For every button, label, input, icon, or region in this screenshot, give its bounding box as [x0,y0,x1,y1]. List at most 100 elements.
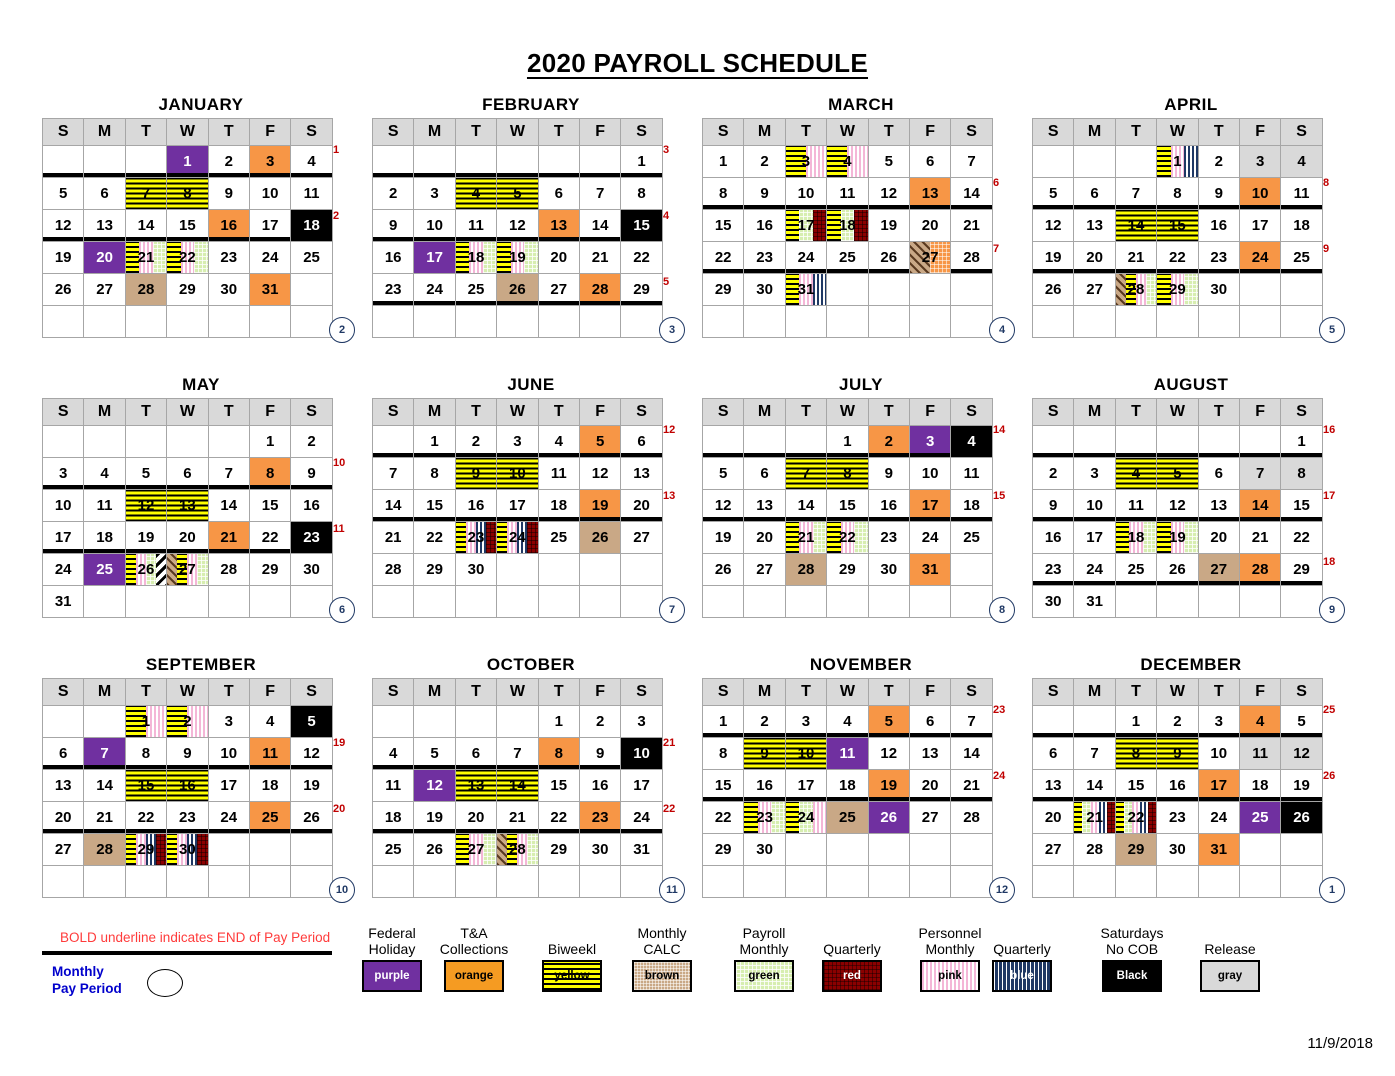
day-cell[interactable]: 15 [537,769,580,802]
day-cell[interactable]: 27 [743,553,786,586]
day-cell[interactable]: 16 [1156,769,1199,802]
day-cell[interactable]: 16 [1031,521,1075,554]
day-cell[interactable]: 22 [1114,801,1158,834]
day-cell[interactable]: 18 [454,241,498,274]
day-cell[interactable]: 27 [537,273,580,306]
day-cell[interactable]: 1 [1114,705,1158,738]
day-cell[interactable]: 20 [908,209,952,242]
day-cell[interactable]: 16 [867,489,910,522]
day-cell[interactable]: 22 [826,521,869,554]
day-cell[interactable]: 7 [578,177,622,210]
day-cell[interactable]: 5 [290,705,333,738]
day-cell[interactable]: 9 [1156,737,1199,770]
day-cell[interactable]: 2 [290,425,333,458]
day-cell[interactable]: 12 [1156,489,1199,522]
day-cell[interactable]: 18 [290,209,333,242]
day-cell[interactable]: 25 [537,521,580,554]
day-cell[interactable]: 27 [83,273,126,306]
day-cell[interactable]: 13 [166,489,209,522]
day-cell[interactable]: 3 [1197,705,1240,738]
day-cell[interactable]: 15 [413,489,456,522]
day-cell[interactable]: 26 [867,801,910,834]
day-cell[interactable]: 25 [248,801,292,834]
day-cell[interactable]: 13 [1031,769,1075,802]
day-cell[interactable]: 6 [620,425,663,458]
day-cell[interactable]: 17 [1197,769,1240,802]
day-cell[interactable]: 20 [1197,521,1240,554]
day-cell[interactable]: 27 [908,801,952,834]
day-cell[interactable]: 2 [371,177,415,210]
day-cell[interactable]: 13 [83,209,126,242]
day-cell[interactable]: 4 [826,145,869,178]
day-cell[interactable]: 14 [1238,489,1282,522]
day-cell[interactable]: 17 [908,489,952,522]
day-cell[interactable]: 17 [784,769,828,802]
day-cell[interactable]: 28 [784,553,828,586]
day-cell[interactable]: 21 [950,769,993,802]
day-cell[interactable]: 4 [1114,457,1158,490]
day-cell[interactable]: 12 [1280,737,1323,770]
day-cell[interactable]: 5 [1156,457,1199,490]
day-cell[interactable]: 26 [124,553,168,586]
day-cell[interactable]: 26 [290,801,333,834]
day-cell[interactable]: 29 [1114,833,1158,866]
day-cell[interactable]: 21 [950,209,993,242]
day-cell[interactable]: 18 [371,801,415,834]
day-cell[interactable]: 21 [496,801,539,834]
day-cell[interactable]: 1 [826,425,869,458]
day-cell[interactable]: 5 [701,457,745,490]
day-cell[interactable]: 10 [1197,737,1240,770]
day-cell[interactable]: 5 [867,145,910,178]
day-cell[interactable]: 23 [867,521,910,554]
day-cell[interactable]: 22 [701,801,745,834]
day-cell[interactable]: 15 [701,769,745,802]
day-cell[interactable]: 20 [908,769,952,802]
day-cell[interactable]: 10 [248,177,292,210]
day-cell[interactable]: 27 [166,553,209,586]
day-cell[interactable]: 3 [207,705,250,738]
day-cell[interactable]: 4 [454,177,498,210]
day-cell[interactable]: 24 [1197,801,1240,834]
day-cell[interactable]: 24 [248,241,292,274]
day-cell[interactable]: 4 [371,737,415,770]
day-cell[interactable]: 1 [701,145,745,178]
day-cell[interactable]: 6 [908,705,952,738]
day-cell[interactable]: 8 [1156,177,1199,210]
day-cell[interactable]: 28 [1238,553,1282,586]
day-cell[interactable]: 1 [248,425,292,458]
day-cell[interactable]: 11 [454,209,498,242]
day-cell[interactable]: 9 [454,457,498,490]
day-cell[interactable]: 12 [124,489,168,522]
day-cell[interactable]: 20 [454,801,498,834]
day-cell[interactable]: 6 [83,177,126,210]
day-cell[interactable]: 25 [1114,553,1158,586]
day-cell[interactable]: 18 [83,521,126,554]
day-cell[interactable]: 19 [41,241,85,274]
day-cell[interactable]: 5 [41,177,85,210]
day-cell[interactable]: 1 [166,145,209,178]
day-cell[interactable]: 26 [413,833,456,866]
day-cell[interactable]: 28 [124,273,168,306]
day-cell[interactable]: 3 [41,457,85,490]
day-cell[interactable]: 24 [1238,241,1282,274]
day-cell[interactable]: 26 [1031,273,1075,306]
day-cell[interactable]: 30 [207,273,250,306]
day-cell[interactable]: 23 [1197,241,1240,274]
day-cell[interactable]: 14 [371,489,415,522]
day-cell[interactable]: 1 [701,705,745,738]
day-cell[interactable]: 1 [413,425,456,458]
day-cell[interactable]: 30 [743,273,786,306]
day-cell[interactable]: 4 [83,457,126,490]
day-cell[interactable]: 2 [1197,145,1240,178]
day-cell[interactable]: 31 [908,553,952,586]
day-cell[interactable]: 24 [620,801,663,834]
day-cell[interactable]: 9 [290,457,333,490]
day-cell[interactable]: 1 [1156,145,1199,178]
day-cell[interactable]: 5 [1031,177,1075,210]
day-cell[interactable]: 9 [371,209,415,242]
day-cell[interactable]: 13 [41,769,85,802]
day-cell[interactable]: 26 [1280,801,1323,834]
day-cell[interactable]: 11 [290,177,333,210]
day-cell[interactable]: 15 [1114,769,1158,802]
day-cell[interactable]: 23 [1156,801,1199,834]
